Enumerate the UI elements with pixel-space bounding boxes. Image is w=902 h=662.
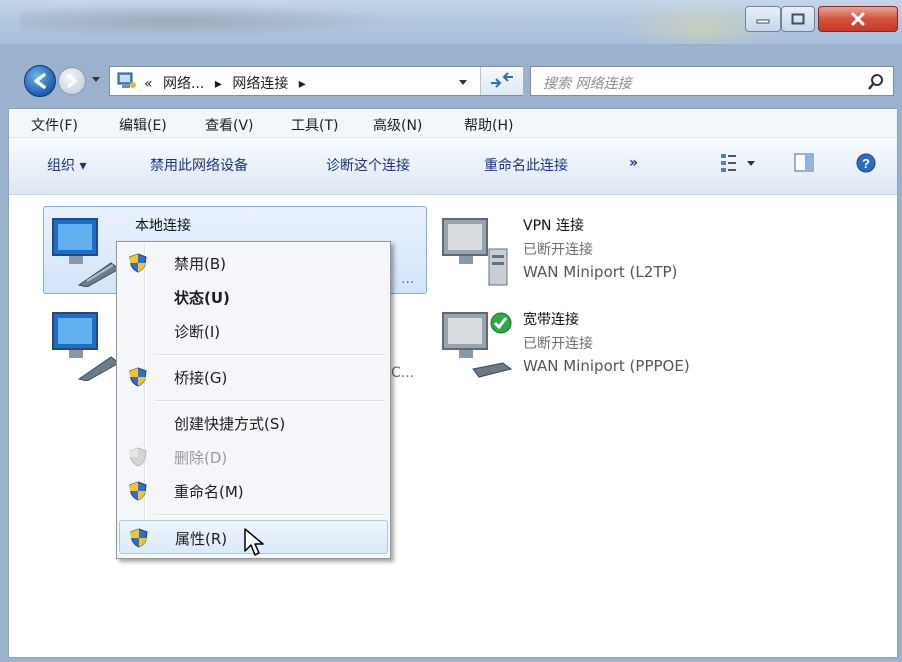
vpn-connection-name: VPN 连接 [523,218,584,234]
refresh-button[interactable] [480,67,523,95]
mouse-cursor-icon [244,528,264,556]
title-background [20,4,400,38]
breadcrumb[interactable]: « 网络... ▸ 网络连接 ▸ [144,73,312,93]
search-box[interactable]: 搜索 网络连接 [530,66,894,96]
vpn-connection-status: 已断开连接 [523,242,593,258]
minimize-button[interactable] [745,6,781,32]
disable-device-button[interactable]: 禁用此网络设备 [150,155,248,175]
menu-help[interactable]: 帮助(H) [464,115,513,135]
breadcrumb-network-connections[interactable]: 网络连接 [232,76,288,92]
menu-edit[interactable]: 编辑(E) [119,115,167,135]
vpn-connection-device: WAN Miniport (L2TP) [523,263,678,281]
refresh-icon [491,72,513,88]
broadband-connection-item[interactable]: 宽带连接 已断开连接 WAN Miniport (PPPOE) [439,307,759,387]
menu-item-delete-label: 删除(D) [174,449,228,467]
back-button[interactable] [24,65,56,97]
menu-item-delete[interactable]: 删除(D) [119,440,388,474]
search-placeholder[interactable]: 搜索 网络连接 [543,73,631,93]
local-connection-truncated: ... [401,271,415,287]
command-bar: 组织 ▾ 禁用此网络设备 诊断这个连接 重命名此连接 » ? [9,138,897,195]
address-bar[interactable]: « 网络... ▸ 网络连接 ▸ [109,66,523,96]
close-button[interactable] [818,6,898,32]
arrow-right-icon [67,74,78,88]
more-commands-button[interactable]: » [629,155,638,171]
broadband-network-icon [442,312,513,378]
menu-tools[interactable]: 工具(T) [291,115,338,135]
menu-separator [155,400,385,402]
menu-advanced[interactable]: 高级(N) [373,115,422,135]
breadcrumb-network[interactable]: 网络... [163,76,204,92]
maximize-button[interactable] [781,6,815,32]
menu-item-create-shortcut-label: 创建快捷方式(S) [174,415,286,433]
menu-item-status-label: 状态(U) [174,289,230,307]
diagnose-button[interactable]: 诊断这个连接 [326,155,410,175]
menu-item-status[interactable]: 状态(U) [119,280,388,314]
address-dropdown-icon[interactable] [457,79,469,87]
menu-item-diagnose[interactable]: 诊断(I) [119,314,388,348]
menu-item-properties-label: 属性(R) [175,530,228,548]
uac-shield-icon [129,367,147,387]
local-connection-name: 本地连接 [135,218,191,234]
rename-button[interactable]: 重命名此连接 [484,155,568,175]
organize-button[interactable]: 组织 ▾ [47,155,86,175]
menu-item-bridge[interactable]: 桥接(G) [119,360,388,394]
breadcrumb-separator[interactable]: ▸ [215,76,222,92]
second-adapter-truncated: C... [391,365,415,381]
broadband-connection-status: 已断开连接 [523,336,593,352]
network-adapter-icon [52,312,120,381]
menu-item-disable[interactable]: 禁用(B) [119,246,388,280]
vpn-network-icon [442,218,508,286]
menu-item-rename-label: 重命名(M) [174,483,244,501]
computer-icon [117,72,136,88]
menu-view[interactable]: 查看(V) [205,115,254,135]
forward-button[interactable] [58,67,86,95]
breadcrumb-overflow[interactable]: « [144,76,153,92]
network-adapter-icon [52,218,120,287]
arrow-left-icon [34,73,46,89]
breadcrumb-separator[interactable]: ▸ [299,76,306,92]
preview-pane-icon[interactable] [793,152,815,174]
uac-shield-icon [129,253,147,273]
menu-file[interactable]: 文件(F) [31,115,78,135]
help-icon[interactable]: ? [855,152,877,174]
menu-item-bridge-label: 桥接(G) [174,369,228,387]
search-icon[interactable] [867,73,885,91]
menu-item-rename[interactable]: 重命名(M) [119,474,388,508]
menu-separator [155,354,385,356]
view-options-icon[interactable] [719,152,759,174]
broadband-connection-device: WAN Miniport (PPPOE) [523,357,690,375]
svg-text:?: ? [862,156,870,171]
uac-shield-icon [130,528,148,548]
title-bar [0,0,902,44]
broadband-connection-name: 宽带连接 [523,312,579,328]
vpn-connection-item[interactable]: VPN 连接 已断开连接 WAN Miniport (L2TP) [439,213,759,293]
menu-item-create-shortcut[interactable]: 创建快捷方式(S) [119,406,388,440]
uac-shield-icon [129,481,147,501]
menu-bar: 文件(F) 编辑(E) 查看(V) 工具(T) 高级(N) 帮助(H) [9,109,897,138]
recent-pages-chevron-icon[interactable] [90,75,102,85]
menu-item-diagnose-label: 诊断(I) [174,323,221,341]
menu-separator [155,514,385,516]
uac-shield-disabled-icon [129,447,147,467]
context-menu: 禁用(B) 状态(U) 诊断(I) 桥接(G) 创建快捷方式(S) 删除(D) … [116,241,391,559]
menu-item-disable-label: 禁用(B) [174,255,226,273]
navigation-bar: « 网络... ▸ 网络连接 ▸ 搜索 网络连接 [0,58,902,104]
